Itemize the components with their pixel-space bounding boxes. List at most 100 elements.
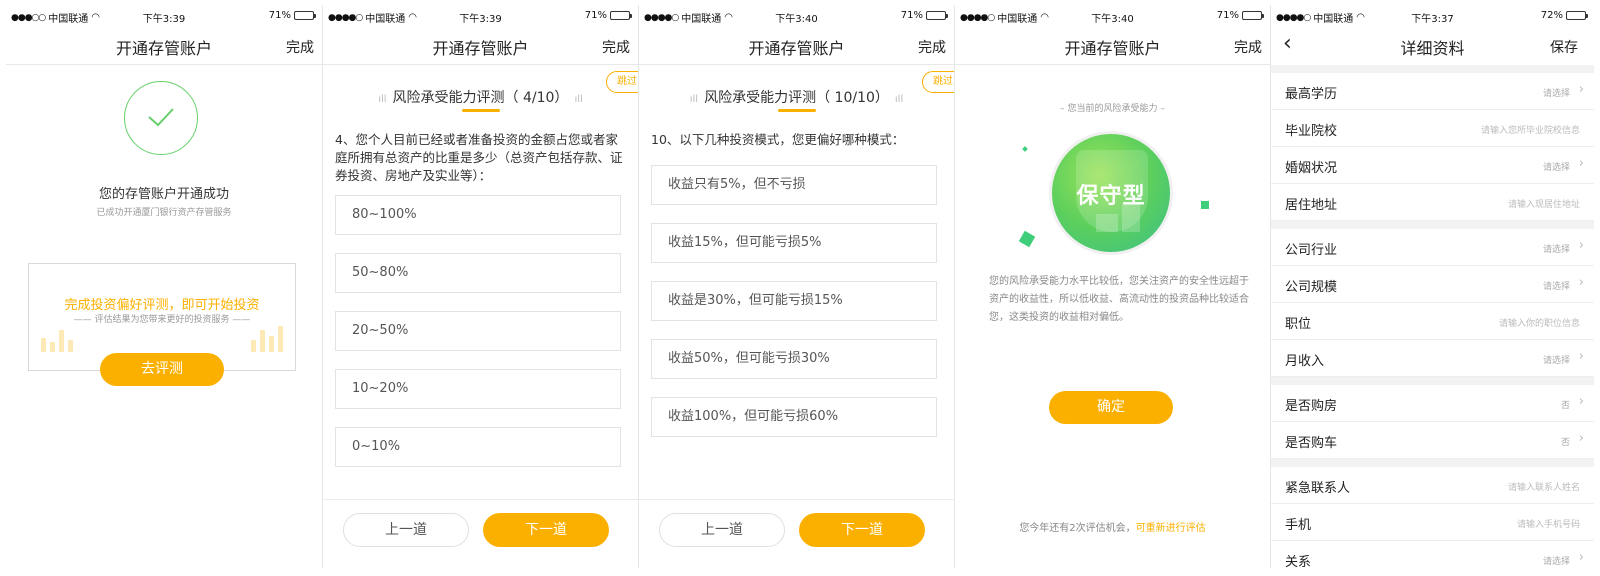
answer-option[interactable]: 收益15%，但可能亏损5% [651,223,937,263]
row-input[interactable]: 请输入您所毕业院校信息 [1481,123,1580,136]
row-label: 职位 [1285,317,1312,332]
bar-chart-icon: ıll [574,94,583,105]
done-button[interactable]: 完成 [918,37,946,57]
row-label: 居住地址 [1285,198,1338,213]
page-title: 开通存管账户 [748,39,845,58]
profile-row[interactable]: 是否购车 否 › [1271,422,1594,459]
divider [639,499,954,500]
row-label: 公司行业 [1285,243,1338,258]
chevron-right-icon: › [1578,156,1584,171]
chevron-right-icon: › [1578,550,1584,565]
answer-option[interactable]: 20~50% [335,311,621,351]
row-label: 紧急联系人 [1285,481,1351,496]
square-decoration-icon [1201,201,1209,209]
row-label: 月收入 [1285,354,1325,369]
page-title: 详细资料 [1400,39,1465,58]
answer-option[interactable]: 0~10% [335,427,621,467]
next-question-button[interactable]: 下一道 [483,513,609,547]
profile-row[interactable]: 月收入 请选择 › [1271,340,1594,377]
previous-question-button[interactable]: 上一道 [659,513,785,547]
success-subtitle: 已成功开通厦门银行资产存管服务 [96,208,232,218]
screen-detail-profile: ●●●●○ 中国联通 ◠ 下午3:37 72% ‹ 详细资料 保存 最高学历 请选择 ›… [1270,5,1594,568]
nav-bar: 开通存管账户 完成 [323,27,638,65]
current-risk-label: – 您当前的风险承受能力 – [1060,104,1165,114]
answer-option[interactable]: 50~80% [335,253,621,293]
start-evaluation-button[interactable]: 去评测 [100,353,224,386]
nav-bar: 开通存管账户 完成 [6,27,322,65]
status-bar: ●●●○○ 中国联通 ◠ 下午3:39 71% [6,5,322,27]
battery-percent: 71% [268,10,291,21]
battery-icon [294,11,316,20]
done-button[interactable]: 完成 [1234,37,1262,57]
row-label: 是否购车 [1285,436,1338,451]
risk-level-badge: 保守型 [1049,131,1173,255]
next-question-button[interactable]: 下一道 [799,513,925,547]
row-input[interactable]: 请输入手机号码 [1517,517,1580,530]
nav-bar: 开通存管账户 完成 [955,27,1270,65]
success-check-icon [124,81,198,155]
evaluation-chances: 您今年还有2次评估机会，可重新进行评估 [1019,523,1206,534]
chevron-right-icon: › [1578,431,1584,446]
evaluation-prompt: 完成投资偏好评测，即可开始投资 [64,298,260,313]
profile-row[interactable]: 最高学历 请选择 › [1271,73,1594,110]
profile-row[interactable]: 是否购房 否 › [1271,385,1594,422]
answer-option[interactable]: 收益100%，但可能亏损60% [651,397,937,437]
divider [323,499,638,500]
diamond-decoration-icon [1022,146,1028,152]
row-input[interactable]: 请输入你的职位信息 [1499,316,1580,329]
done-button[interactable]: 完成 [602,37,630,57]
row-label: 公司规模 [1285,280,1338,295]
battery-percent: 72% [1540,10,1563,21]
re-evaluate-link[interactable]: 可重新进行评估 [1136,523,1206,534]
answer-option[interactable]: 10~20% [335,369,621,409]
page-title: 开通存管账户 [432,39,529,58]
question-text: 4、您个人目前已经或者准备投资的金额占您或者家庭所拥有总资产的比重是多少（总资产… [335,132,623,183]
status-bar: ●●●●○ 中国联通 ◠ 下午3:40 71% [955,5,1270,27]
status-bar: ●●●●○ 中国联通 ◠ 下午3:39 71% [323,5,638,27]
answer-option[interactable]: 收益50%，但可能亏损30% [651,339,937,379]
status-bar: ●●●●○ 中国联通 ◠ 下午3:37 72% [1271,5,1594,27]
status-bar: ●●●●○ 中国联通 ◠ 下午3:40 71% [639,5,954,27]
section-gap [1271,65,1594,73]
answer-option[interactable]: 80~100% [335,195,621,235]
row-value: 否 [1560,438,1570,448]
profile-row[interactable]: 公司行业 请选择 › [1271,229,1594,266]
risk-description: 您的风险承受能力水平比较低，您关注资产的安全性远超于资产的收益性，所以低收益、高… [989,276,1249,323]
risk-badge-illustration: 保守型 [1015,123,1215,273]
screen-quiz-4: ●●●●○ 中国联通 ◠ 下午3:39 71% 开通存管账户 完成 跳过 ıll 风险… [322,5,638,568]
row-label: 手机 [1285,518,1312,533]
bars-decoration-icon [251,326,283,352]
quiz-heading: ıll 风险承受能力评测（ 4/10） ıll [378,90,583,106]
risk-level-text: 保守型 [1076,184,1146,209]
page-title: 开通存管账户 [115,39,212,58]
answer-option[interactable]: 收益只有5%，但不亏损 [651,165,937,205]
bar-chart-icon: ıll [894,94,904,105]
done-button[interactable]: 完成 [286,37,314,57]
nav-bar: ‹ 详细资料 保存 [1271,27,1594,65]
diamond-decoration-icon [1018,230,1036,248]
profile-row[interactable]: 职位 请输入你的职位信息 [1271,303,1594,340]
profile-row[interactable]: 婚姻状况 请选择 › [1271,147,1594,184]
confirm-button[interactable]: 确定 [1049,391,1173,424]
bar-chart-icon: ıll [378,94,387,105]
profile-row[interactable]: 居住地址 请输入现居住地址 [1271,184,1594,221]
save-button[interactable]: 保存 [1550,37,1578,57]
row-input[interactable]: 请输入现居住地址 [1508,197,1580,210]
answer-option[interactable]: 收益是30%，但可能亏损15% [651,281,937,321]
row-value: 否 [1560,401,1570,411]
battery-icon [1242,11,1264,20]
row-value: 请选择 [1542,163,1570,173]
bars-decoration-icon [41,330,73,352]
profile-row[interactable]: 毕业院校 请输入您所毕业院校信息 [1271,110,1594,147]
row-input[interactable]: 请输入联系人姓名 [1508,480,1580,493]
row-value: 请选择 [1542,282,1570,292]
profile-row[interactable]: 关系 请选择 › [1271,541,1594,568]
profile-row[interactable]: 公司规模 请选择 › [1271,266,1594,303]
previous-question-button[interactable]: 上一道 [343,513,469,547]
profile-row[interactable]: 紧急联系人 请输入联系人姓名 [1271,467,1594,504]
profile-form: 最高学历 请选择 › 毕业院校 请输入您所毕业院校信息 婚姻状况 请选择 › 居住地址 请输入现居… [1271,65,1594,568]
row-value: 请选择 [1542,245,1570,255]
chevron-right-icon: › [1578,238,1584,253]
profile-row[interactable]: 手机 请输入手机号码 [1271,504,1594,541]
row-value: 请选择 [1542,89,1570,99]
